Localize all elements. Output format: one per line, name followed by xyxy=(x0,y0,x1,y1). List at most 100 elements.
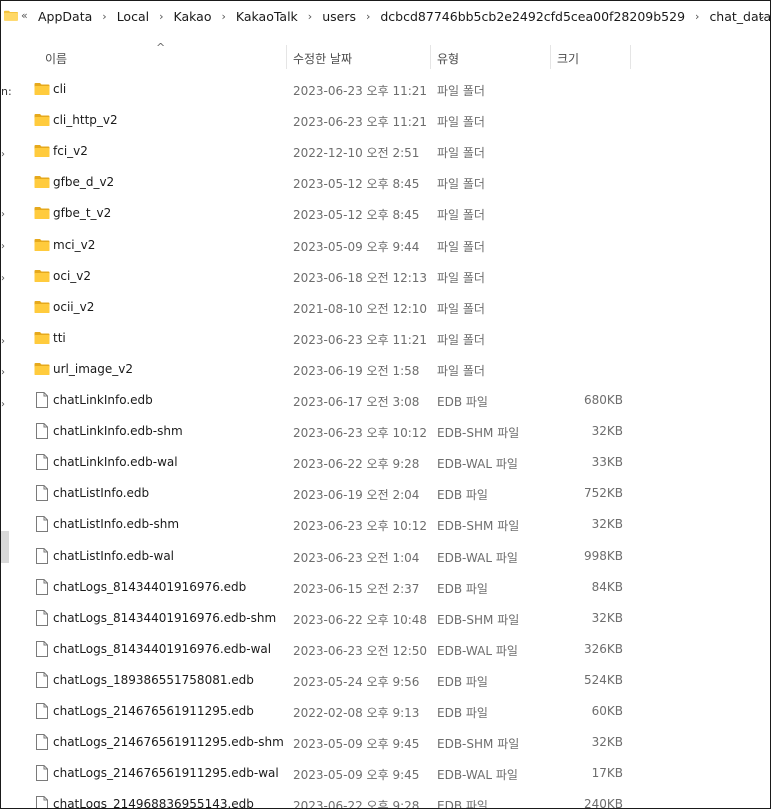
file-row[interactable]: chatLinkInfo.edb 2023-06-17 오전 3:08 EDB 파일… xyxy=(1,385,770,416)
file-name: url_image_v2 xyxy=(53,361,133,376)
breadcrumb-item[interactable]: Kakao xyxy=(174,9,212,24)
column-divider[interactable] xyxy=(550,45,551,69)
file-row[interactable]: chatLogs_81434401916976.edb 2023-06-15 오전… xyxy=(1,572,770,603)
file-icon xyxy=(34,547,50,564)
breadcrumb-item[interactable]: Local xyxy=(117,9,149,24)
folder-row[interactable]: cli 2023-06-23 오후 11:21 파일 폴더 xyxy=(1,74,770,105)
breadcrumb-item[interactable]: dcbcd87746bb5cb2e2492cfd5cea00f28209b529 xyxy=(380,9,685,24)
file-size: 752KB xyxy=(583,486,623,501)
chevron-right-icon[interactable]: › xyxy=(308,10,312,23)
file-size: 524KB xyxy=(583,672,623,687)
chevron-down-icon[interactable]: ⌄ xyxy=(757,9,766,22)
file-row[interactable]: chatLogs_214968836955143.edb 2023-06-22 오… xyxy=(1,789,770,809)
file-name: oci_v2 xyxy=(53,268,92,283)
folder-row[interactable]: ocii_v2 2021-08-10 오전 12:10 파일 폴더 xyxy=(1,292,770,323)
folder-icon xyxy=(34,174,50,190)
chevron-right-icon[interactable]: › xyxy=(159,10,163,23)
file-name: chatListInfo.edb xyxy=(53,486,150,501)
file-modified-date: 2021-08-10 오전 12:10 xyxy=(293,301,428,316)
file-modified-date: 2023-05-12 오후 8:45 xyxy=(293,177,420,192)
file-row[interactable]: chatListInfo.edb-wal 2023-06-23 오전 1:04 ED… xyxy=(1,541,770,572)
file-modified-date: 2023-05-24 오후 9:56 xyxy=(293,674,420,689)
file-modified-date: 2023-05-12 오후 8:45 xyxy=(293,208,420,223)
file-name: chatLogs_214968836955143.edb xyxy=(53,797,254,809)
file-name: chatLogs_81434401916976.edb-wal xyxy=(53,641,272,656)
folder-row[interactable]: fci_v2 2022-12-10 오전 2:51 파일 폴더 xyxy=(1,136,770,167)
explorer-window: « AppData › Local › Kakao › KakaoTalk › … xyxy=(0,0,771,809)
file-type: 파일 폴더 xyxy=(437,363,485,378)
folder-icon xyxy=(34,361,50,377)
file-type: 파일 폴더 xyxy=(437,84,485,98)
file-size: 680KB xyxy=(583,393,623,407)
file-name: cli xyxy=(53,82,67,96)
file-modified-date: 2023-06-15 오전 2:37 xyxy=(293,581,420,596)
folder-icon xyxy=(34,330,50,346)
file-modified-date: 2023-06-19 오전 2:04 xyxy=(293,488,420,503)
folder-icon xyxy=(34,205,50,221)
file-icon xyxy=(34,796,50,808)
file-row[interactable]: chatLogs_81434401916976.edb-wal 2023-06-2… xyxy=(1,634,770,665)
file-icon xyxy=(34,516,50,533)
folder-row[interactable]: oci_v2 2023-06-18 오전 12:13 파일 폴더 xyxy=(1,261,770,292)
file-type: EDB 파일 xyxy=(437,581,488,596)
folder-icon xyxy=(34,112,50,128)
file-row[interactable]: chatLinkInfo.edb-shm 2023-06-23 오후 10:12 E… xyxy=(1,416,770,447)
file-row[interactable]: chatLogs_214676561911295.edb-wal 2023-05-… xyxy=(1,758,770,789)
file-size: 240KB xyxy=(583,797,623,809)
file-name: fci_v2 xyxy=(53,144,88,159)
file-type: EDB-WAL 파일 xyxy=(437,550,518,565)
folder-row[interactable]: url_image_v2 2023-06-19 오전 1:58 파일 폴더 xyxy=(1,354,770,385)
file-row[interactable]: chatLogs_189386551758081.edb 2023-05-24 오… xyxy=(1,665,770,696)
file-icon xyxy=(34,640,50,657)
chevron-right-icon[interactable]: › xyxy=(695,10,699,23)
breadcrumb-item[interactable]: AppData xyxy=(38,9,92,24)
file-modified-date: 2023-05-09 오후 9:45 xyxy=(293,768,420,783)
file-name: chatLogs_214676561911295.edb xyxy=(53,704,254,718)
file-size: 32KB xyxy=(591,517,623,532)
file-modified-date: 2023-06-23 오후 11:21 xyxy=(293,115,428,130)
breadcrumb-item[interactable]: users xyxy=(322,9,356,24)
column-divider[interactable] xyxy=(630,45,631,69)
folder-row[interactable]: gfbe_t_v2 2023-05-12 오후 8:45 파일 폴더 xyxy=(1,198,770,229)
file-icon xyxy=(34,703,50,719)
breadcrumb-item[interactable]: KakaoTalk xyxy=(236,9,298,24)
file-row[interactable]: chatListInfo.edb 2023-06-19 오전 2:04 EDB 파일… xyxy=(1,478,770,509)
file-name: gfbe_d_v2 xyxy=(53,175,115,190)
column-divider[interactable] xyxy=(430,45,431,69)
folder-row[interactable]: cli_http_v2 2023-06-23 오후 11:21 파일 폴더 xyxy=(1,105,770,136)
folder-row[interactable]: gfbe_d_v2 2023-05-12 오후 8:45 파일 폴더 xyxy=(1,167,770,198)
column-name[interactable]: 이름 xyxy=(45,50,67,67)
file-type: EDB-SHM 파일 xyxy=(437,426,520,441)
file-name: chatLogs_189386551758081.edb xyxy=(53,672,254,687)
file-type: EDB 파일 xyxy=(437,395,488,409)
chevron-right-icon[interactable]: › xyxy=(366,10,370,23)
column-modified[interactable]: 수정한 날짜 xyxy=(293,50,352,67)
column-size[interactable]: 크기 xyxy=(557,50,579,67)
folder-row[interactable]: mci_v2 2023-05-09 오후 9:44 파일 폴더 xyxy=(1,230,770,261)
file-row[interactable]: chatLogs_81434401916976.edb-shm 2023-06-2… xyxy=(1,603,770,634)
file-icon xyxy=(34,454,50,471)
breadcrumb-overflow-button[interactable]: « xyxy=(21,9,28,22)
chevron-right-icon[interactable]: › xyxy=(102,10,106,23)
file-type: 파일 폴더 xyxy=(437,208,485,223)
folder-row[interactable]: tti 2023-06-23 오후 11:21 파일 폴더 xyxy=(1,323,770,354)
file-modified-date: 2023-06-23 오전 12:50 xyxy=(293,643,428,658)
file-type: 파일 폴더 xyxy=(437,301,485,316)
column-type[interactable]: 유형 xyxy=(437,50,459,67)
file-icon xyxy=(34,578,50,595)
file-row[interactable]: chatLogs_214676561911295.edb-shm 2023-05-… xyxy=(1,727,770,758)
file-size: 32KB xyxy=(591,424,623,439)
file-row[interactable]: chatLinkInfo.edb-wal 2023-06-22 오후 9:28 ED… xyxy=(1,447,770,478)
file-name: chatLogs_81434401916976.edb-shm xyxy=(53,610,277,625)
column-divider[interactable] xyxy=(286,45,287,69)
file-row[interactable]: chatListInfo.edb-shm 2023-06-23 오후 10:12 E… xyxy=(1,509,770,540)
file-size: 84KB xyxy=(591,579,623,594)
file-type: EDB 파일 xyxy=(437,488,488,503)
file-name: chatLinkInfo.edb-wal xyxy=(53,455,178,470)
file-type: EDB-WAL 파일 xyxy=(437,457,518,472)
folder-icon xyxy=(34,237,50,253)
chevron-right-icon[interactable]: › xyxy=(221,10,225,23)
address-bar[interactable]: « AppData › Local › Kakao › KakaoTalk › … xyxy=(1,1,770,33)
file-name: mci_v2 xyxy=(53,237,96,252)
file-row[interactable]: chatLogs_214676561911295.edb 2022-02-08 오… xyxy=(1,696,770,727)
